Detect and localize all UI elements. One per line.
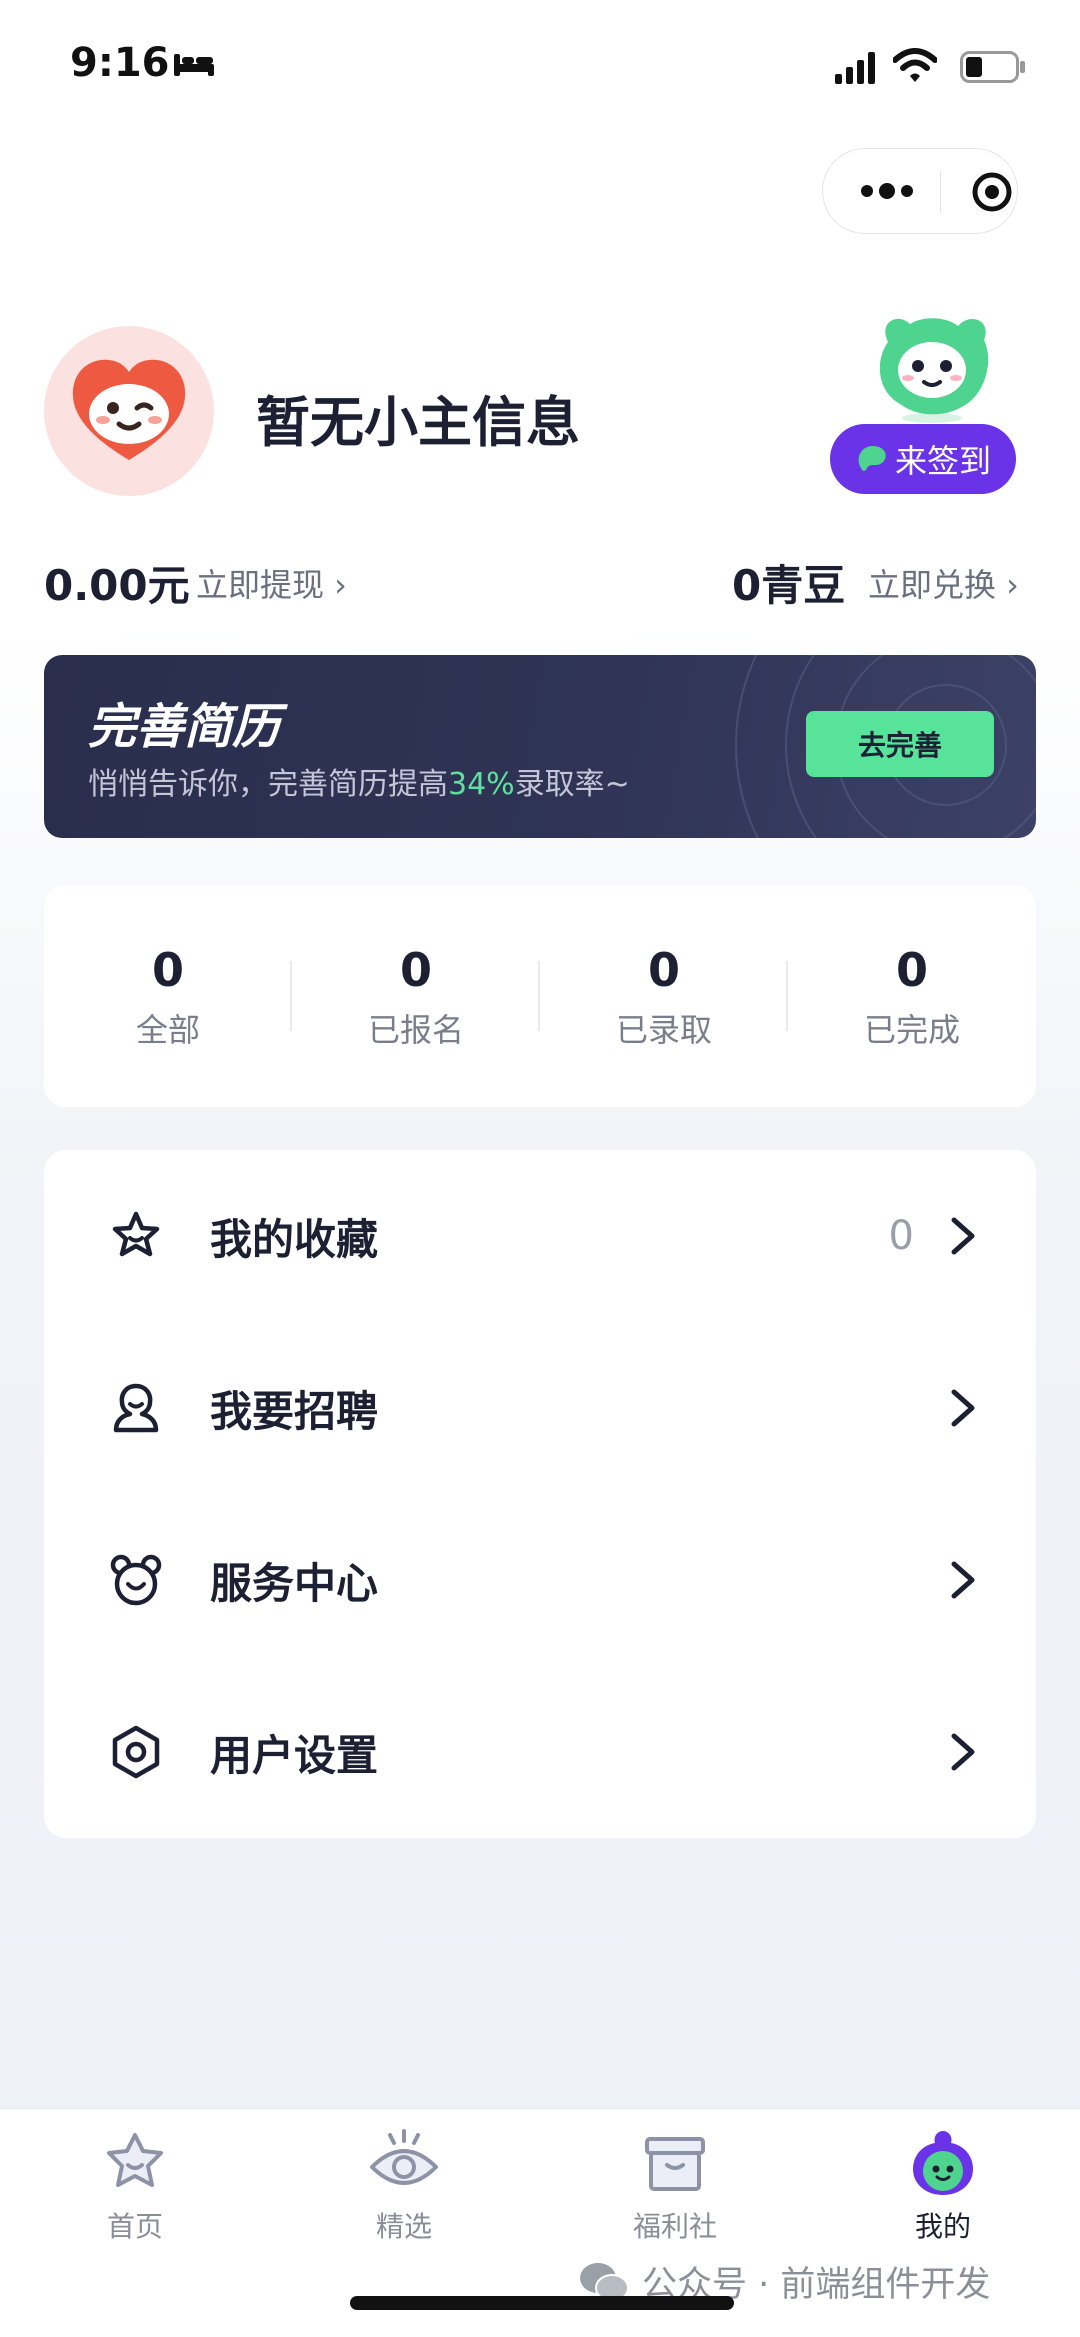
cellular-signal-icon (835, 52, 875, 84)
stat-label: 全部 (135, 1011, 200, 1049)
chevron-right-icon (951, 1733, 975, 1771)
chevron-right-icon (951, 1389, 975, 1427)
user-name: 暂无小主信息 (256, 391, 580, 454)
tab-label: 我的 (914, 2210, 971, 2243)
banner-highlight: 34% (448, 767, 515, 802)
stat-label: 已完成 (863, 1011, 960, 1049)
stat-label: 已报名 (367, 1011, 464, 1049)
banner-subtitle: 悄悄告诉你，完善简历提高34%录取率~ (88, 759, 630, 803)
person-icon (113, 1383, 159, 1433)
stat-value: 0 (399, 943, 432, 997)
stat-value: 0 (151, 943, 184, 997)
menu-label: 用户设置 (210, 1730, 379, 1780)
stat-value: 0 (647, 943, 680, 997)
banner-title: 完善简历 (88, 699, 281, 755)
exchange-link[interactable]: 立即兑换 › (868, 560, 1019, 606)
star-icon (112, 1211, 160, 1257)
wifi-icon (893, 48, 937, 82)
avatar[interactable] (44, 326, 214, 496)
beans-balance: 0青豆 (732, 561, 846, 610)
mascot-face-icon (913, 2131, 973, 2195)
more-options-icon[interactable] (859, 179, 915, 203)
battery-icon (960, 51, 1025, 83)
stat-admitted[interactable]: 0 已录取 (540, 885, 788, 1107)
stat-registered[interactable]: 0 已报名 (292, 885, 540, 1107)
menu-label: 服务中心 (210, 1558, 379, 1608)
menu-label: 我的收藏 (210, 1214, 379, 1264)
menu-item-user-settings[interactable]: 用户设置 (44, 1666, 1036, 1838)
menu-label: 我要招聘 (210, 1386, 379, 1436)
bean-icon (858, 446, 886, 471)
signin-button[interactable]: 来签到 (830, 424, 1016, 494)
withdraw-link[interactable]: 立即提现 › (196, 560, 347, 606)
favorites-count: 0 (888, 1213, 914, 1259)
close-miniprogram-icon[interactable] (971, 171, 1013, 213)
tab-label: 首页 (106, 2210, 163, 2243)
money-balance: 0.00元 (44, 561, 190, 610)
settings-hexagon-icon (112, 1725, 160, 1779)
eye-icon (370, 2129, 438, 2185)
mascot-icon (879, 318, 989, 423)
stat-value: 0 (895, 943, 928, 997)
heart-face-icon (72, 359, 186, 460)
capsule-divider (940, 171, 941, 213)
bear-face-icon (110, 1554, 162, 1606)
menu-item-favorites[interactable]: 我的收藏 0 (44, 1150, 1036, 1322)
tab-label: 福利社 (632, 2210, 717, 2243)
stat-completed[interactable]: 0 已完成 (788, 885, 1036, 1107)
menu-item-recruit[interactable]: 我要招聘 (44, 1322, 1036, 1494)
resume-banner[interactable]: 完善简历 悄悄告诉你，完善简历提高34%录取率~ 去完善 (44, 655, 1036, 838)
stat-label: 已录取 (615, 1011, 712, 1049)
tab-label: 精选 (375, 2210, 432, 2243)
menu-item-service-center[interactable]: 服务中心 (44, 1494, 1036, 1666)
chevron-right-icon (951, 1217, 975, 1255)
menu-card: 我的收藏 0 我要招聘 服务中心 用户设置 (44, 1150, 1036, 1838)
banner-subtitle-suffix: 录取率~ (514, 767, 630, 802)
chevron-right-icon (951, 1561, 975, 1599)
star-home-icon (107, 2133, 163, 2187)
status-time: 9:16 (70, 40, 170, 86)
tab-mine[interactable]: 我的 (868, 2125, 1018, 2245)
application-stats-card: 0 全部 0 已报名 0 已录取 0 已完成 (44, 885, 1036, 1107)
home-indicator[interactable] (350, 2296, 734, 2310)
gift-box-icon (645, 2137, 705, 2191)
tab-benefits[interactable]: 福利社 (600, 2125, 750, 2245)
sleep-mode-icon (174, 54, 214, 76)
miniprogram-capsule (822, 148, 1018, 234)
tab-home[interactable]: 首页 (60, 2125, 210, 2245)
complete-resume-button[interactable]: 去完善 (806, 711, 994, 777)
tab-featured[interactable]: 精选 (329, 2125, 479, 2245)
signin-label: 来签到 (894, 442, 991, 480)
stat-all[interactable]: 0 全部 (44, 885, 292, 1107)
banner-subtitle-prefix: 悄悄告诉你，完善简历提高 (88, 767, 448, 802)
